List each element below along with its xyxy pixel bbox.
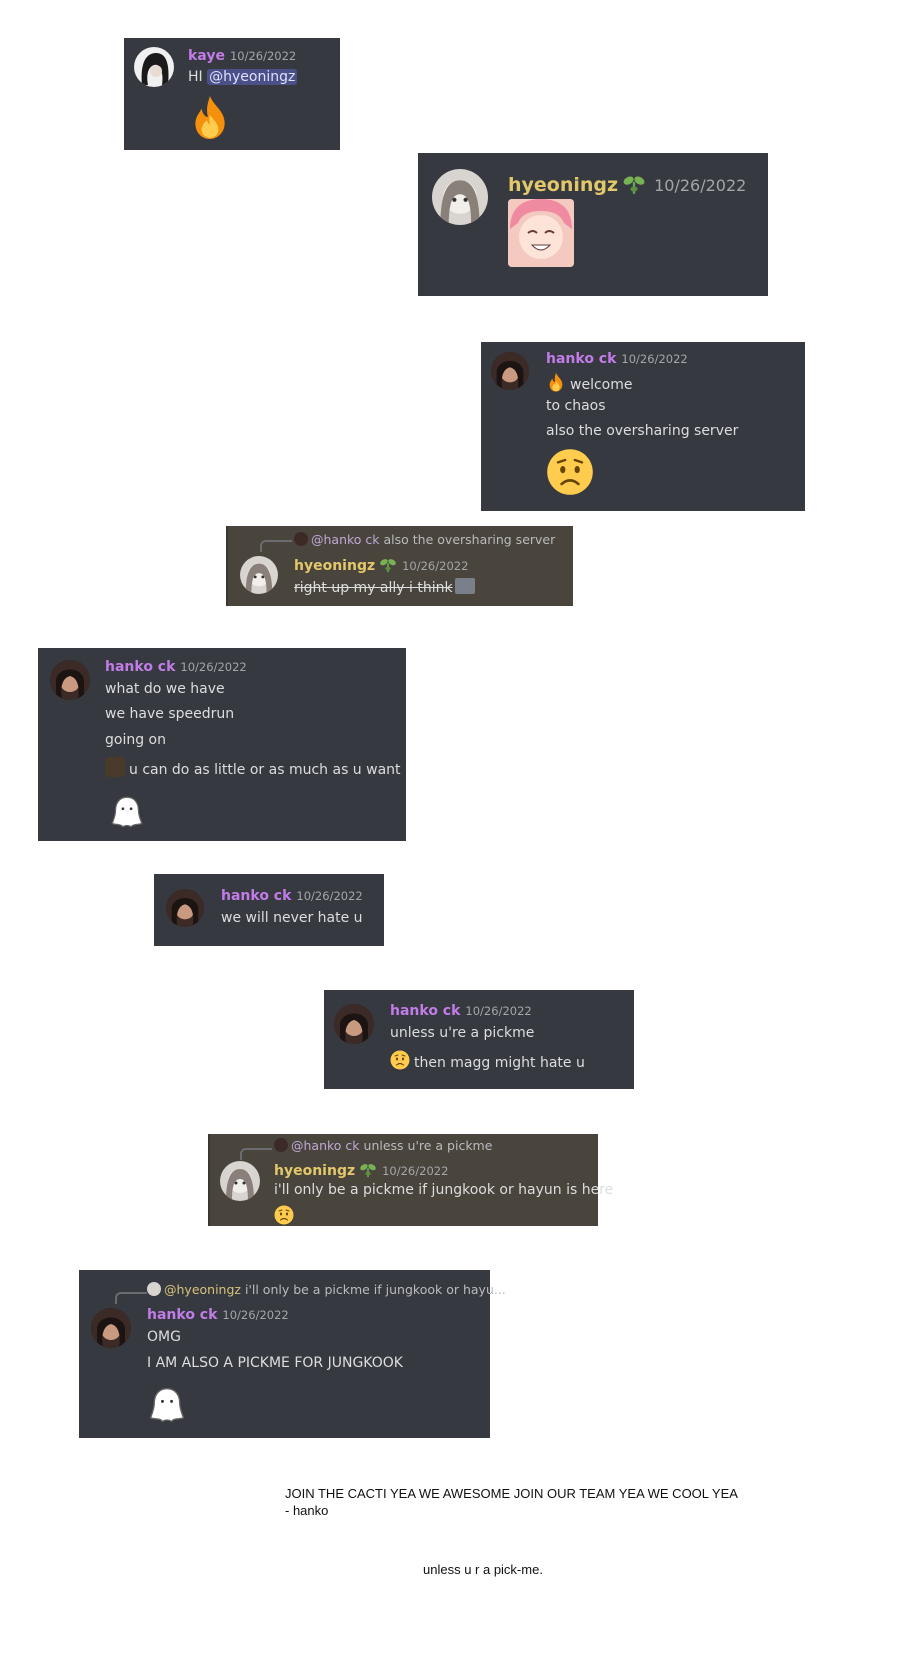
message-card-hanko-speedrun: hanko ck 10/26/2022 what do we have we ha… [38,648,406,841]
user-avatar[interactable] [240,556,278,594]
username[interactable]: hanko ck [390,1003,460,1019]
face-emoji-icon [274,1205,294,1225]
user-avatar[interactable] [50,660,90,700]
reply-avatar [294,532,308,546]
username[interactable]: kaye [188,48,225,64]
reply-preview[interactable]: @hanko ck unless u're a pickme [274,1138,492,1153]
worried-face-icon [390,1050,410,1074]
message-card-kaye: kaye 10/26/2022 HI @hyeoningz [124,38,340,150]
cute-blob-sticker-icon [105,794,149,830]
message-text: i'll only be a pickme if jungkook or hay… [274,1182,614,1198]
timestamp: 10/26/2022 [654,176,747,195]
message-line: to chaos [546,398,606,414]
anime-sticker [508,199,574,267]
reply-text: also the oversharing server [383,532,556,547]
user-avatar[interactable] [134,47,174,87]
message-card-hanko-pickme: hanko ck 10/26/2022 unless u're a pickme … [324,990,634,1089]
custom-emoji-icon [454,578,475,594]
message-line: unless u're a pickme [390,1025,535,1041]
username[interactable]: hyeoningz [508,174,618,196]
reply-avatar [274,1138,288,1152]
username[interactable]: hanko ck [105,659,175,675]
message-line: welcome [546,372,632,396]
reply-text: unless u're a pickme [363,1138,493,1153]
timestamp: 10/26/2022 [229,49,297,63]
message-line: u can do as little or as much as u want [105,757,401,778]
message-card-hyeoningz: hyeoningz 10/26/2022 [418,153,768,296]
caption-signature: - hanko [285,1503,329,1518]
fire-icon [546,372,566,396]
username[interactable]: hyeoningz [294,558,375,574]
user-avatar[interactable] [432,169,488,225]
message-text: we will never hate u [221,910,363,926]
caption-line: JOIN THE CACTI YEA WE AWESOME JOIN OUR T… [285,1486,738,1501]
username[interactable]: hanko ck [221,888,291,904]
timestamp: 10/26/2022 [222,1308,289,1322]
username[interactable]: hyeoningz [274,1163,355,1179]
cute-blob-sticker-icon [147,1382,187,1428]
reply-avatar [147,1282,161,1296]
reply-preview[interactable]: @hyeoningz i'll only be a pickme if jung… [147,1282,506,1297]
sprout-icon [379,555,397,577]
caption-tagline: unless u r a pick-me. [423,1562,543,1577]
reply-text: i'll only be a pickme if jungkook or hay… [244,1282,506,1297]
timestamp: 10/26/2022 [382,1164,449,1178]
timestamp: 10/26/2022 [402,559,469,573]
fire-emoji-icon [188,94,232,140]
reply-username[interactable]: @hanko ck [311,532,380,547]
message-text: HI @hyeoningz [188,69,298,85]
user-avatar[interactable] [334,1004,374,1044]
sprout-icon [622,171,646,200]
message-card-hanko-omg: @hyeoningz i'll only be a pickme if jung… [79,1270,506,1438]
message-text: right up my ally i think [294,578,475,596]
message-line: going on [105,732,166,748]
username[interactable]: hanko ck [147,1307,217,1323]
user-mention[interactable]: @hyeoningz [207,69,298,85]
user-avatar[interactable] [491,352,529,390]
worried-face-icon [546,448,594,496]
username[interactable]: hanko ck [546,351,616,367]
timestamp: 10/26/2022 [296,889,363,903]
message-card-hyeoningz-jungkook: @hanko ck unless u're a pickme hyeoningz… [208,1134,613,1226]
timestamp: 10/26/2022 [465,1004,532,1018]
custom-emoji-icon [105,757,125,777]
user-avatar[interactable] [166,889,204,927]
sprout-icon [359,1160,377,1182]
message-line: what do we have [105,681,225,697]
message-card-hanko-never-hate: hanko ck 10/26/2022 we will never hate u [154,874,384,946]
user-avatar[interactable] [220,1161,260,1201]
timestamp: 10/26/2022 [621,352,688,366]
message-line: OMG [147,1329,181,1345]
message-line: we have speedrun [105,706,235,722]
user-avatar[interactable] [91,1308,131,1348]
message-card-hanko-welcome: hanko ck 10/26/2022 welcome to chaos also… [481,342,805,511]
message-line: then magg might hate u [390,1050,585,1074]
message-card-hyeoningz-reply: @hanko ck also the oversharing server hy… [226,526,573,606]
message-line: I AM ALSO A PICKME FOR JUNGKOOK [147,1355,403,1371]
reply-preview[interactable]: @hanko ck also the oversharing server [294,532,555,547]
reply-username[interactable]: @hanko ck [291,1138,360,1153]
message-line: also the oversharing server [546,423,739,439]
timestamp: 10/26/2022 [180,660,247,674]
reply-username[interactable]: @hyeoningz [164,1282,241,1297]
